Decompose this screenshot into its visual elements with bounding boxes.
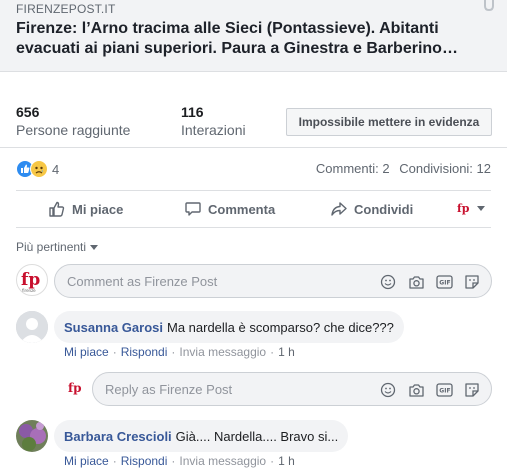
comment-bubble: Susanna Garosi Ma nardella è scomparso? … (54, 311, 404, 343)
reply-tools: GIF (369, 381, 481, 399)
comment-actions: Mi piace · Rispondi · Invia messaggio · 1 h (64, 454, 295, 468)
sad-icon (30, 160, 48, 178)
sort-label: Più pertinenti (16, 240, 87, 254)
comment-button[interactable]: Commenta (184, 200, 275, 218)
avatar[interactable] (16, 420, 48, 452)
thumbs-up-icon (49, 201, 65, 217)
comment-like-link[interactable]: Mi piace (64, 454, 109, 468)
comment-reply-link[interactable]: Rispondi (121, 454, 168, 468)
comment-sort-dropdown[interactable]: Più pertinenti (16, 240, 99, 254)
comment-author[interactable]: Barbara Crescioli (64, 429, 172, 444)
comment-text: Già.... Nardella.... Bravo si... (175, 428, 339, 444)
reply-avatar: fp (66, 378, 86, 398)
emoji-icon[interactable] (379, 381, 397, 399)
comment-input[interactable]: Comment as Firenze Post (67, 274, 217, 289)
boost-button[interactable]: Impossibile mettere in evidenza (286, 108, 492, 136)
svg-text:fp: fp (457, 202, 470, 215)
engagement-value: 116 (181, 104, 204, 120)
gif-icon[interactable]: GIF (435, 381, 453, 399)
like-button[interactable]: Mi piace (48, 200, 123, 218)
composer-tools: GIF (369, 273, 481, 291)
chevron-down-icon (477, 205, 485, 211)
sticker-icon[interactable] (463, 381, 481, 399)
reach-label: Persone raggiunte (16, 122, 131, 138)
svg-text:GIF: GIF (439, 388, 450, 395)
chevron-down-icon (90, 245, 99, 251)
action-bar: Mi piace Commenta Condividi fp (16, 190, 491, 228)
shares-count[interactable]: Condivisioni: 12 (399, 161, 491, 176)
share-button[interactable]: Condividi (330, 200, 413, 218)
link-preview[interactable]: FIRENZEPOST.IT Firenze: l’Arno tracima a… (0, 0, 507, 72)
firenze-post-avatar: fp (456, 200, 472, 216)
comment-author[interactable]: Susanna Garosi (64, 320, 163, 335)
svg-text:fp: fp (21, 270, 40, 290)
share-icon (331, 202, 347, 216)
comment-button-label: Commenta (208, 201, 276, 217)
reach-stat: 656 Persone raggiunte (16, 104, 130, 138)
camera-icon[interactable] (407, 273, 425, 291)
reactions-summary[interactable]: 4 (16, 158, 59, 180)
sticker-icon[interactable] (463, 273, 481, 291)
reach-value: 656 (16, 104, 40, 120)
engagement-counts: Commenti: 2 Condivisioni: 12 (310, 161, 491, 176)
comment-bubble: Barbara Crescioli Già.... Nardella.... B… (54, 420, 349, 452)
share-button-label: Condividi (354, 201, 414, 217)
comment-actions: Mi piace · Rispondi · Invia messaggio · 1 h (64, 345, 295, 359)
comments-count[interactable]: Commenti: 2 (316, 161, 390, 176)
link-domain: FIRENZEPOST.IT (16, 2, 116, 16)
reply-input[interactable]: Reply as Firenze Post (105, 382, 232, 397)
reaction-count: 4 (52, 161, 60, 177)
more-options-icon[interactable] (483, 0, 495, 14)
camera-icon[interactable] (407, 381, 425, 399)
svg-text:GIF: GIF (439, 280, 450, 287)
comment-reply-link[interactable]: Rispondi (121, 345, 168, 359)
engagement-stat: 116 Interazioni (181, 104, 246, 138)
post-insights: 656 Persone raggiunte 116 Interazioni Im… (0, 98, 507, 148)
comment-time[interactable]: 1 h (278, 454, 295, 468)
comment-like-link[interactable]: Mi piace (64, 345, 109, 359)
svg-text:firenze: firenze (22, 288, 36, 293)
send-message-link[interactable]: Invia messaggio (179, 454, 266, 468)
comment-composer[interactable]: Comment as Firenze Post GIF (54, 264, 492, 298)
emoji-icon[interactable] (379, 273, 397, 291)
comment-time[interactable]: 1 h (278, 345, 295, 359)
link-title[interactable]: Firenze: l’Arno tracima alle Sieci (Pont… (16, 19, 486, 59)
page-selector[interactable]: fp (456, 200, 485, 216)
gif-icon[interactable]: GIF (435, 273, 453, 291)
like-button-label: Mi piace (72, 201, 124, 217)
engagement-label: Interazioni (181, 122, 246, 138)
reply-composer[interactable]: Reply as Firenze Post GIF (92, 372, 492, 406)
comment-icon (185, 202, 201, 216)
comment-text: Ma nardella è scomparso? che dice??? (166, 319, 394, 335)
avatar[interactable] (16, 311, 48, 343)
send-message-link[interactable]: Invia messaggio (179, 345, 266, 359)
svg-text:fp: fp (68, 381, 82, 395)
composer-avatar: fp firenze (16, 264, 48, 296)
